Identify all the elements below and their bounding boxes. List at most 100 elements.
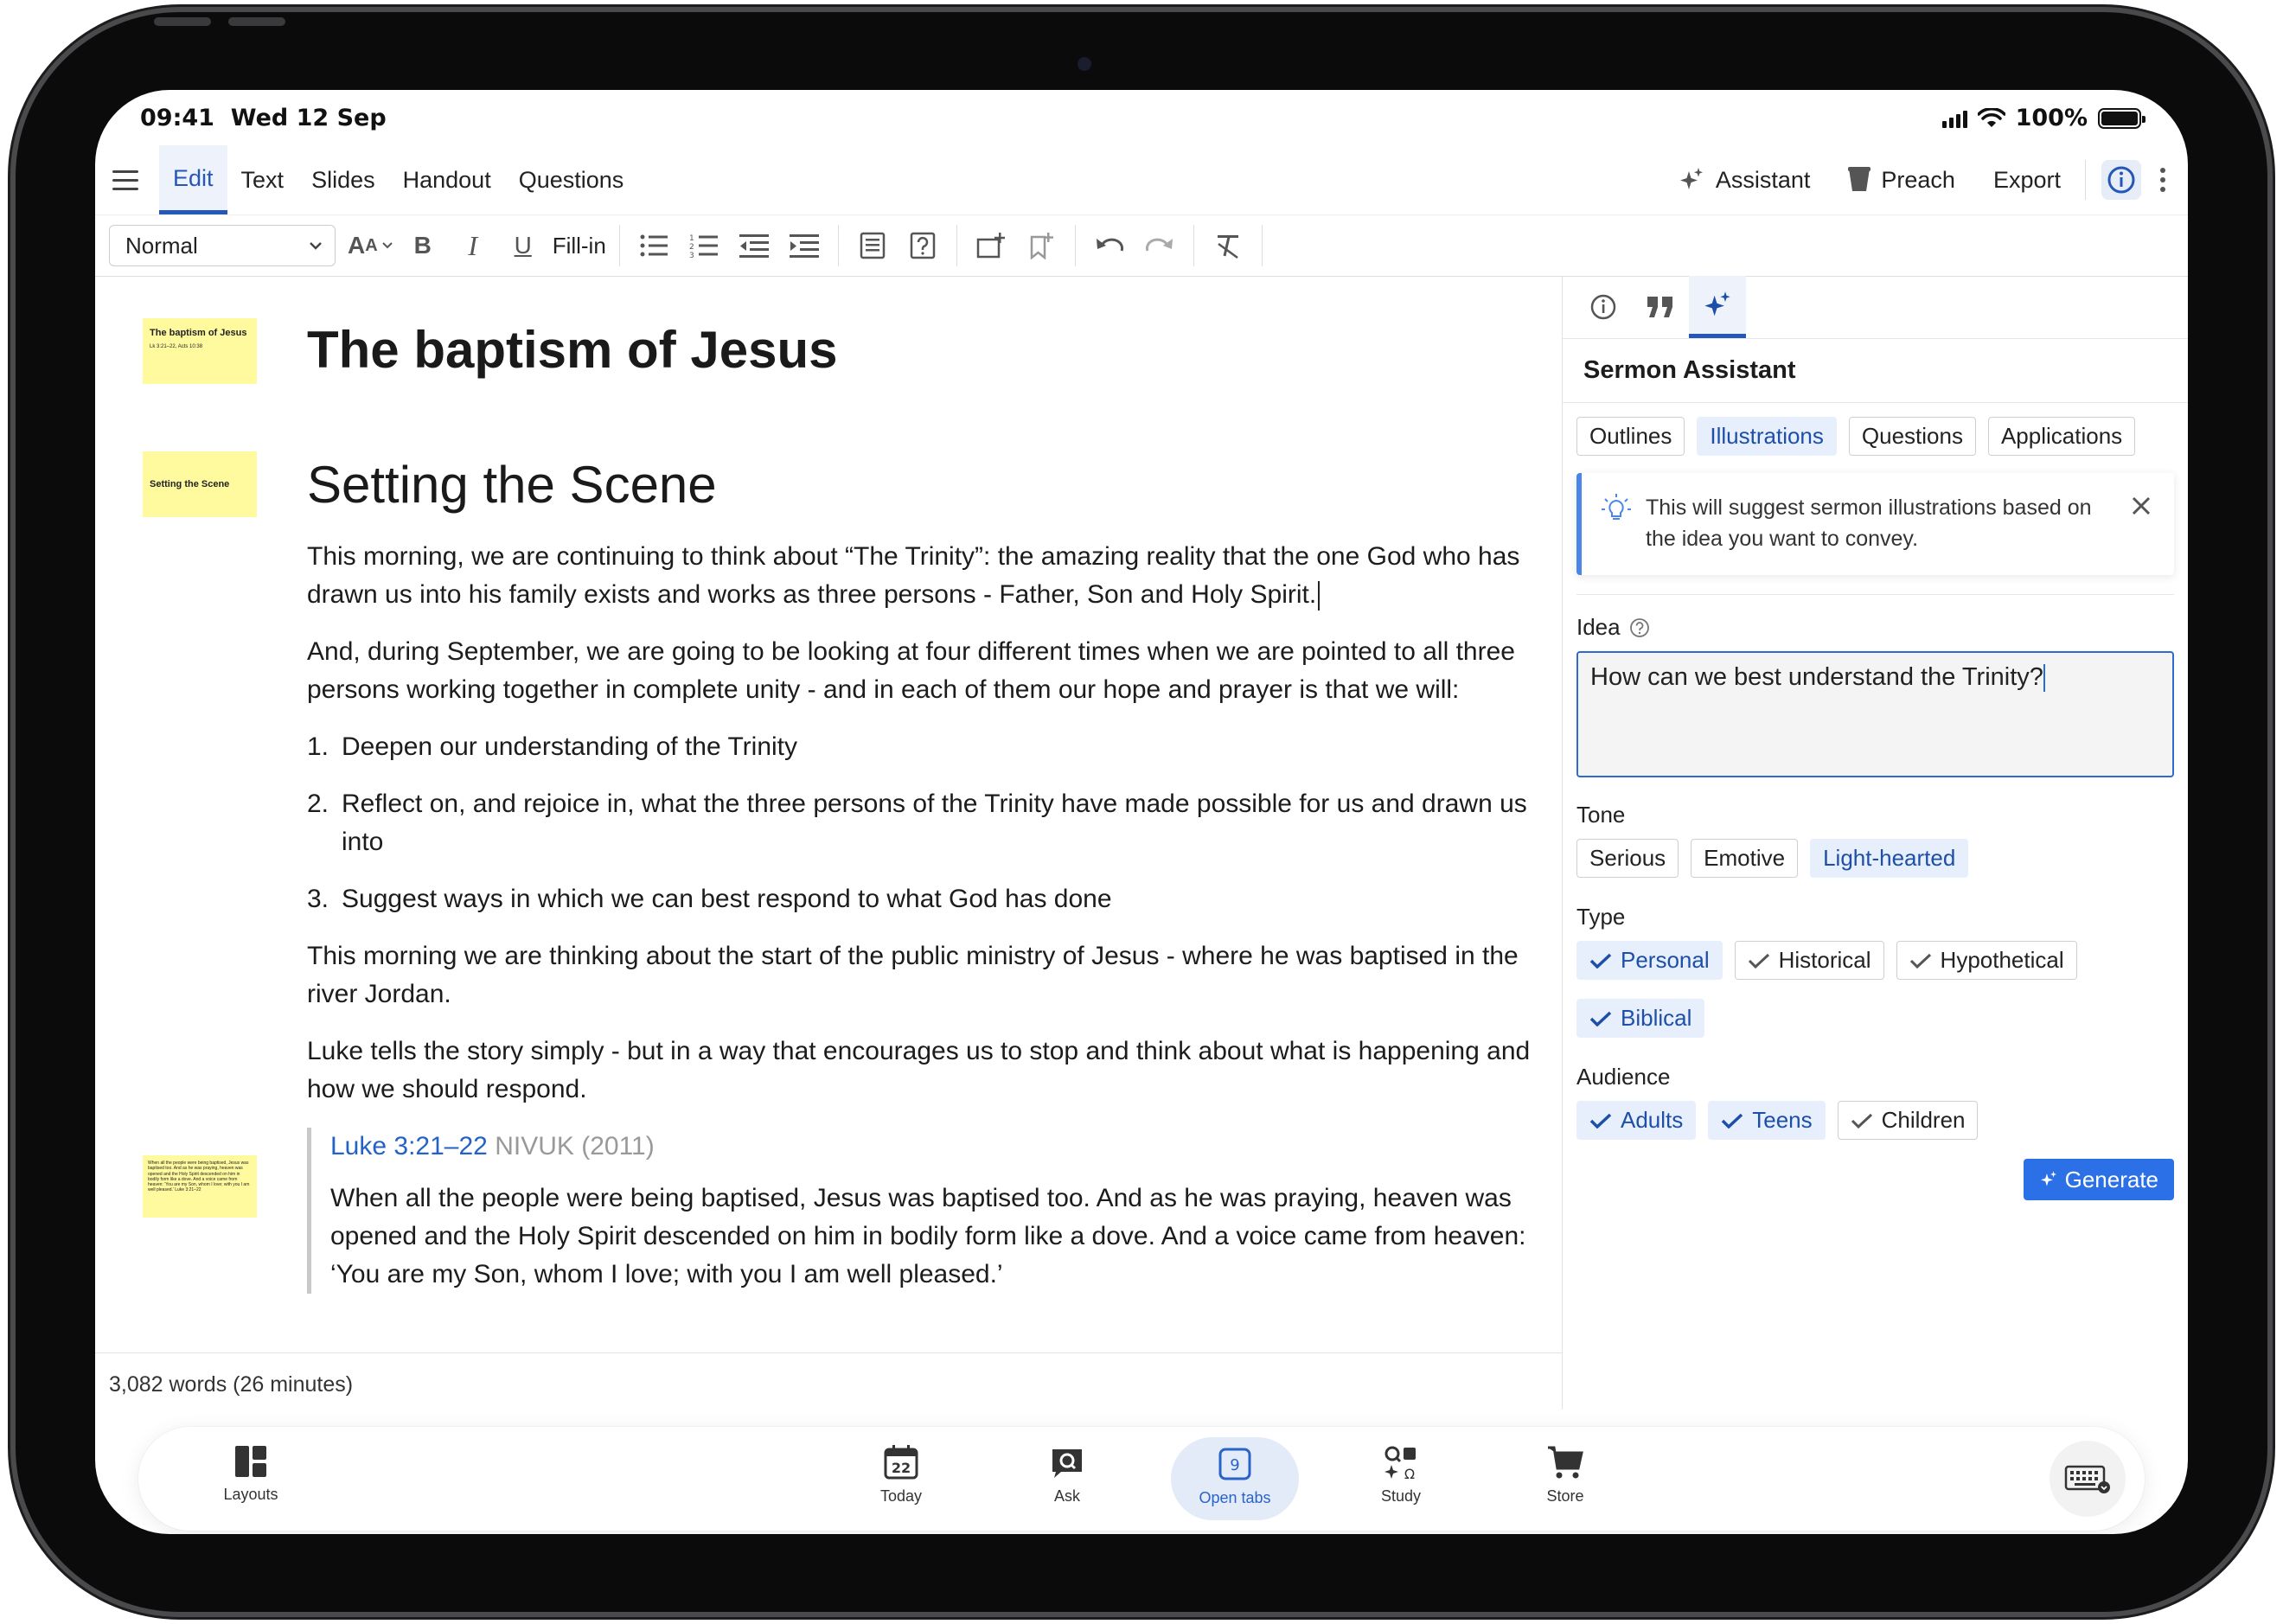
export-button[interactable]: Export	[1974, 167, 2080, 194]
chip-serious[interactable]: Serious	[1576, 839, 1679, 878]
notice-text: This will suggest sermon illustrations b…	[1646, 496, 2092, 551]
word-count: 3,082 words (26 minutes)	[95, 1352, 1562, 1410]
info-button[interactable]	[2101, 160, 2141, 200]
numbered-list-icon[interactable]: 123	[683, 225, 725, 266]
svg-text:2: 2	[689, 243, 694, 252]
ask-search-icon	[1052, 1449, 1082, 1478]
chip-emotive[interactable]: Emotive	[1691, 839, 1799, 878]
dock-layouts[interactable]: Layouts	[199, 1444, 303, 1504]
tab-info[interactable]	[1575, 276, 1632, 338]
slide-thumbnail[interactable]: The baptism of Jesus Lk 3:21–22, Acts 10…	[143, 318, 257, 384]
paragraph: And, during September, we are going to b…	[307, 637, 1515, 704]
insert-question-icon[interactable]	[902, 225, 943, 266]
study-icon: Ω	[1385, 1446, 1416, 1480]
tab-quotes[interactable]	[1632, 276, 1689, 338]
cart-icon	[1548, 1446, 1583, 1479]
dock-study[interactable]: Ω Study	[1349, 1444, 1453, 1506]
type-label: Type	[1576, 904, 1626, 930]
info-notice: This will suggest sermon illustrations b…	[1576, 473, 2174, 575]
panel-title: Sermon Assistant	[1563, 339, 2188, 403]
svg-text:1: 1	[689, 234, 694, 243]
chip-questions[interactable]: Questions	[1848, 417, 1976, 456]
checkmark-icon	[1589, 1113, 1612, 1128]
checkmark-icon	[1851, 1113, 1872, 1128]
preach-button[interactable]: Preach	[1829, 167, 1974, 194]
slide-thumbnail[interactable]: Setting the Scene	[143, 451, 257, 517]
insert-text-box-icon[interactable]	[852, 225, 893, 266]
chip-historical[interactable]: Historical	[1734, 941, 1884, 980]
redo-icon[interactable]	[1139, 225, 1180, 266]
chip-light-hearted[interactable]: Light-hearted	[1810, 839, 1969, 878]
chip-teens[interactable]: Teens	[1708, 1101, 1826, 1140]
numbered-list: 1. Deepen our understanding of the Trinit…	[307, 728, 1535, 918]
menu-bar: Edit Text Slides Handout Questions Assis…	[95, 145, 2188, 214]
layouts-icon	[235, 1446, 266, 1477]
font-size-button[interactable]: AA	[348, 225, 393, 266]
scripture-reference-link[interactable]: Luke 3:21–22	[330, 1132, 488, 1160]
chip-personal[interactable]: Personal	[1576, 941, 1723, 980]
section-heading: Setting the Scene	[307, 456, 717, 514]
chip-illustrations[interactable]: Illustrations	[1697, 417, 1837, 456]
bold-button[interactable]: B	[402, 225, 444, 266]
chip-children[interactable]: Children	[1837, 1101, 1979, 1140]
clear-formatting-icon[interactable]	[1207, 225, 1249, 266]
dock-store[interactable]: Store	[1513, 1444, 1617, 1506]
camera-icon	[1078, 57, 1091, 71]
hamburger-menu-icon[interactable]	[112, 169, 138, 190]
dock-today[interactable]: 22 Today	[849, 1444, 953, 1506]
tab-assistant[interactable]	[1689, 276, 1746, 338]
dock-open-tabs[interactable]: 9 Open tabs	[1171, 1437, 1299, 1520]
svg-text:22: 22	[892, 1460, 911, 1476]
list-item: 1. Deepen our understanding of the Trinit…	[307, 732, 798, 761]
divider	[618, 225, 620, 266]
undo-icon[interactable]	[1089, 225, 1130, 266]
battery-icon	[2098, 107, 2146, 129]
outdent-icon[interactable]	[733, 225, 775, 266]
chevron-down-icon	[310, 242, 322, 250]
sparkle-icon	[1704, 291, 1730, 316]
calendar-icon: 22	[884, 1445, 918, 1480]
divider	[2085, 160, 2086, 200]
idea-input[interactable]: How can we best understand the Trinity?	[1576, 651, 2174, 777]
bullet-list-icon[interactable]	[633, 225, 675, 266]
sermon-editor[interactable]: The baptism of Jesus Lk 3:21–22, Acts 10…	[95, 277, 1562, 1352]
chip-adults[interactable]: Adults	[1576, 1101, 1697, 1140]
quote-icon	[1647, 297, 1672, 317]
paragraph: This morning, we are continuing to think…	[307, 538, 1535, 614]
svg-text:3: 3	[689, 252, 694, 259]
help-icon[interactable]	[1629, 617, 1650, 638]
paragraph-style-select[interactable]: Normal	[109, 225, 336, 266]
tab-handout[interactable]: Handout	[389, 145, 505, 214]
divider	[1074, 225, 1076, 266]
add-bookmark-icon[interactable]	[1020, 225, 1062, 266]
top-button	[154, 17, 211, 26]
chip-biblical[interactable]: Biblical	[1576, 999, 1705, 1038]
svg-text:Ω: Ω	[1404, 1466, 1415, 1480]
tab-edit[interactable]: Edit	[159, 145, 227, 214]
idea-label: Idea	[1563, 595, 2188, 641]
indent-icon[interactable]	[783, 225, 825, 266]
sparkle-icon	[1679, 168, 1703, 189]
tab-questions[interactable]: Questions	[505, 145, 638, 214]
italic-button[interactable]: I	[452, 225, 494, 266]
add-slide-icon[interactable]	[970, 225, 1012, 266]
more-options-icon[interactable]	[2160, 168, 2165, 192]
keyboard-toggle-button[interactable]	[2050, 1441, 2126, 1517]
close-icon[interactable]	[2131, 496, 2152, 516]
slide-thumbnail[interactable]: When all the people were being baptised,…	[143, 1155, 257, 1218]
fill-in-button[interactable]: Fill-in	[553, 225, 606, 266]
underline-button[interactable]: U	[502, 225, 544, 266]
chip-applications[interactable]: Applications	[1987, 417, 2136, 456]
tab-text[interactable]: Text	[227, 145, 298, 214]
chip-outlines[interactable]: Outlines	[1576, 417, 1685, 456]
status-time: 09:41 Wed 12 Sep	[140, 105, 387, 131]
status-bar: 09:41 Wed 12 Sep 100%	[95, 90, 2188, 145]
chip-hypothetical[interactable]: Hypothetical	[1896, 941, 2077, 980]
assistant-button[interactable]: Assistant	[1659, 166, 1830, 194]
checkmark-icon	[1722, 1113, 1743, 1128]
generate-button[interactable]: Generate	[2023, 1159, 2174, 1200]
paragraph: This morning we are thinking about the s…	[307, 942, 1519, 1008]
tab-slides[interactable]: Slides	[297, 145, 389, 214]
dock-ask[interactable]: Ask	[1015, 1444, 1119, 1506]
document-body: This morning, we are continuing to think…	[307, 538, 1535, 1313]
